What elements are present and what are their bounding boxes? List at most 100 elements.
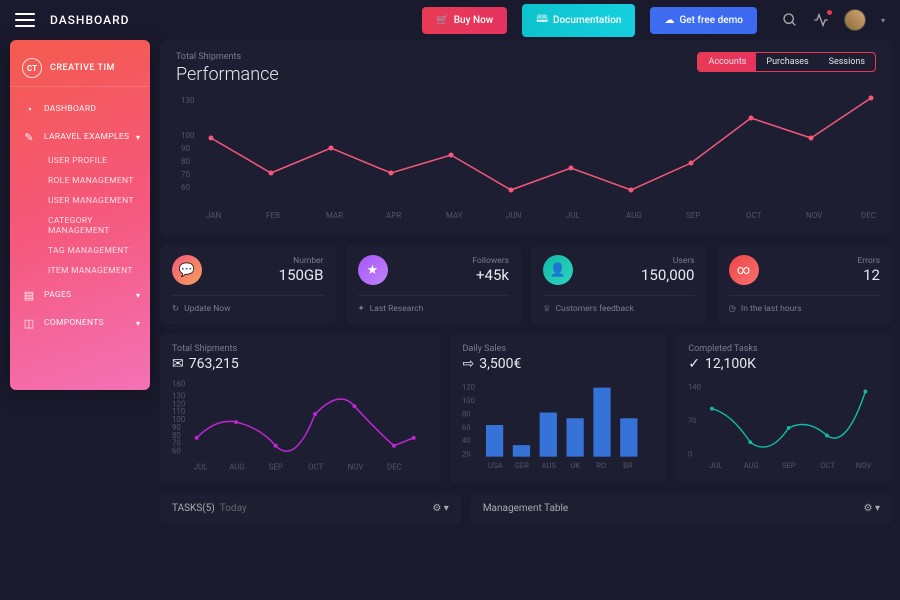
chevron-down-icon: ▾: [136, 319, 140, 328]
stat-footer[interactable]: ↻Update Now: [172, 295, 324, 314]
menu-icon[interactable]: [15, 13, 35, 27]
refresh-icon: ↻: [172, 304, 179, 314]
avatar[interactable]: [844, 9, 866, 31]
tasks-subtitle: Today: [220, 503, 247, 514]
svg-text:RO: RO: [597, 461, 607, 470]
link-icon: ∞: [729, 255, 759, 285]
svg-text:DEC: DEC: [861, 211, 876, 220]
svg-text:140: 140: [688, 383, 701, 392]
mini-value: 763,215: [189, 356, 239, 372]
documentation-label: Documentation: [553, 15, 621, 26]
svg-text:SEP: SEP: [782, 461, 796, 470]
svg-text:0: 0: [688, 450, 692, 459]
svg-text:OCT: OCT: [746, 211, 762, 220]
svg-text:60: 60: [172, 447, 181, 456]
pie-icon: ◔: [22, 102, 36, 116]
tasks-title: TASKS(5): [172, 503, 215, 514]
sidebar-item-category[interactable]: CATEGORY MANAGEMENT: [38, 211, 150, 241]
stat-value: 12: [857, 266, 880, 284]
tab-purchases[interactable]: Purchases: [756, 53, 818, 71]
tasks-chart: 140700 JULAUGSEPOCTNOV: [688, 378, 880, 473]
svg-text:MAR: MAR: [326, 211, 343, 220]
search-icon[interactable]: [782, 12, 798, 28]
sidebar-item-dashboard[interactable]: ◔ DASHBOARD: [10, 95, 150, 123]
svg-text:MAY: MAY: [446, 211, 463, 220]
mgmt-title: Management Table: [483, 503, 568, 514]
svg-text:100: 100: [181, 131, 195, 140]
sparkle-icon: ✦: [358, 304, 365, 314]
stat-card-followers: ★ Followers+45k ✦Last Research: [346, 245, 522, 324]
svg-text:160: 160: [172, 380, 185, 389]
stat-label: Number: [279, 256, 324, 266]
stat-label: Users: [641, 256, 695, 266]
sidebar-item-label: USER PROFILE: [48, 156, 107, 166]
sidebar-item-components[interactable]: ◫ COMPONENTS ▾: [10, 309, 150, 337]
chart-tabs: Accounts Purchases Sessions: [697, 52, 876, 72]
bell-icon: ✉: [172, 356, 184, 372]
sidebar-item-laravel[interactable]: ✎ LARAVEL EXAMPLES ▾: [10, 123, 150, 151]
stat-card-number: 💬 Number150GB ↻Update Now: [160, 245, 336, 324]
svg-text:DEC: DEC: [387, 462, 402, 471]
notification-dot: [827, 10, 832, 15]
svg-text:USA: USA: [488, 461, 503, 470]
documentation-button[interactable]: 🕮 Documentation: [522, 4, 635, 37]
mini-card-shipments: Total Shipments ✉763,215 160130120110100…: [160, 334, 440, 483]
sidebar-item-userprofile[interactable]: USER PROFILE: [38, 151, 150, 171]
send-icon: ⇨: [462, 356, 474, 372]
stat-footer-text: Customers feedback: [556, 304, 634, 314]
svg-text:70: 70: [181, 170, 190, 179]
sidebar-item-item[interactable]: ITEM MANAGEMENT: [38, 261, 150, 281]
chevron-down-icon[interactable]: ▾: [881, 16, 885, 25]
sidebar-item-role[interactable]: ROLE MANAGEMENT: [38, 171, 150, 191]
stat-footer[interactable]: ◷In the last hours: [729, 295, 881, 314]
tasks-panel: TASKS(5) Today ⚙ ▾: [160, 493, 461, 524]
buy-now-button[interactable]: 🛒 Buy Now: [422, 7, 507, 34]
cart-icon: 🛒: [436, 15, 448, 26]
pages-icon: ▤: [22, 288, 36, 302]
sidebar-item-label: DASHBOARD: [44, 104, 96, 114]
check-icon: ✓: [688, 356, 700, 372]
svg-text:80: 80: [181, 157, 190, 166]
stat-label: Errors: [857, 256, 880, 266]
stat-footer-text: In the last hours: [741, 304, 802, 314]
sidebar-item-label: USER MANAGEMENT: [48, 196, 134, 206]
activity-icon[interactable]: [813, 12, 829, 28]
sidebar-item-tag[interactable]: TAG MANAGEMENT: [38, 241, 150, 261]
shipments-chart: 16013012011010090807060 JULAUGSEPOCTNOVD…: [172, 378, 428, 473]
demo-button[interactable]: ☁ Get free demo: [650, 7, 757, 34]
mini-card-sales: Daily Sales ⇨3,500€ 12010080604020 USAGE…: [450, 334, 666, 483]
svg-text:AUG: AUG: [626, 211, 642, 220]
mini-card-tasks: Completed Tasks ✓12,100K 140700 JULAUGSE…: [676, 334, 892, 483]
gear-icon[interactable]: ⚙ ▾: [864, 503, 880, 514]
stats-row: 💬 Number150GB ↻Update Now ★ Followers+45…: [160, 245, 892, 324]
svg-text:SEP: SEP: [686, 211, 700, 220]
page-title: DASHBOARD: [50, 13, 130, 27]
stat-footer[interactable]: ✦Last Research: [358, 295, 510, 314]
svg-text:BR: BR: [624, 461, 634, 470]
svg-text:AUG: AUG: [229, 462, 245, 471]
gear-icon[interactable]: ⚙ ▾: [432, 503, 448, 514]
mini-value: 3,500€: [479, 356, 521, 372]
stat-footer[interactable]: ♕Customers feedback: [543, 295, 695, 314]
tab-accounts[interactable]: Accounts: [698, 53, 756, 71]
stat-value: 150GB: [279, 266, 324, 284]
sales-chart: 12010080604020 USAGERAUSUKROBR: [462, 378, 654, 473]
sidebar-item-label: PAGES: [44, 290, 71, 300]
topbar: DASHBOARD 🛒 Buy Now 🕮 Documentation ☁ Ge…: [0, 0, 900, 40]
sidebar-item-usermgmt[interactable]: USER MANAGEMENT: [38, 191, 150, 211]
sidebar-item-label: TAG MANAGEMENT: [48, 246, 129, 256]
svg-text:JUL: JUL: [566, 211, 581, 220]
svg-text:JUL: JUL: [709, 461, 722, 470]
components-icon: ◫: [22, 316, 36, 330]
sidebar-item-pages[interactable]: ▤ PAGES ▾: [10, 281, 150, 309]
tab-sessions[interactable]: Sessions: [819, 53, 875, 71]
cloud-download-icon: ☁: [664, 15, 674, 26]
sidebar-submenu: USER PROFILE ROLE MANAGEMENT USER MANAGE…: [10, 151, 150, 281]
svg-text:40: 40: [462, 436, 471, 445]
sidebar-item-label: COMPONENTS: [44, 318, 104, 328]
svg-text:130: 130: [181, 96, 195, 105]
svg-text:SEP: SEP: [269, 462, 283, 471]
svg-text:APR: APR: [386, 211, 401, 220]
svg-text:NOV: NOV: [806, 211, 822, 220]
svg-text:AUS: AUS: [542, 461, 557, 470]
